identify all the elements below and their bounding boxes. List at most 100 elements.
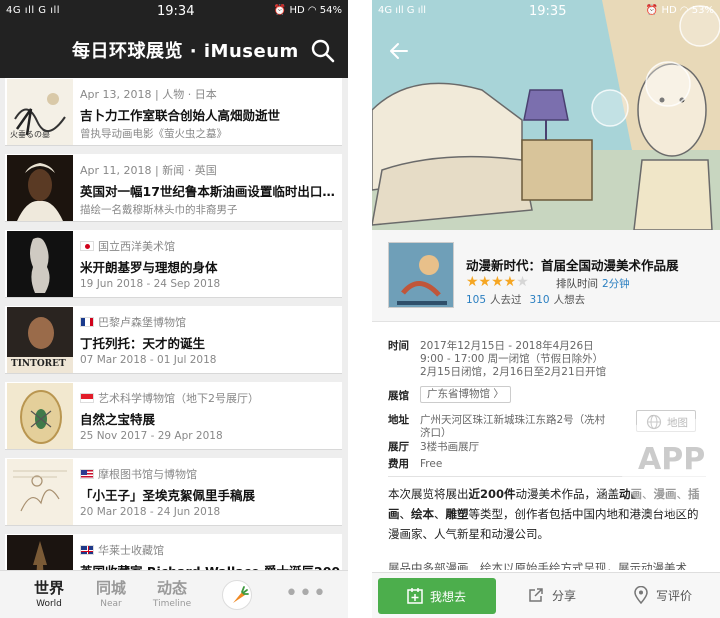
tab-timeline[interactable]: 动态 Timeline bbox=[142, 577, 202, 609]
card-meta: Apr 13, 2018 | 人物 · 日本 bbox=[80, 88, 217, 101]
tab-label: 动态 bbox=[156, 579, 187, 597]
exhibition-feed[interactable]: 火垂るの墓 Apr 13, 2018 | 人物 · 日本 吉卜力工作室联合创始人… bbox=[0, 78, 348, 570]
card-meta: 华莱士收藏馆 bbox=[80, 542, 164, 558]
list-item[interactable]: 摩根图书馆与博物馆 「小王子」圣埃克絮佩里手稿展 20 Mar 2018 - 2… bbox=[5, 458, 342, 526]
card-headline: 自然之宝特展 bbox=[80, 412, 156, 427]
clock: 19:35 bbox=[529, 4, 567, 19]
tab-label: 同城 bbox=[95, 579, 126, 597]
japan-flag-icon bbox=[80, 241, 94, 251]
card-headline: 英国对一幅17世纪鲁本斯油画设置临时出口… bbox=[80, 184, 335, 199]
exhibition-header: 动漫新时代：首届全国动漫美术作品展 ★★★★★ 排队时间 2分钟 105 人去过 31… bbox=[372, 230, 720, 322]
card-subtitle: 25 Nov 2017 - 29 Apr 2018 bbox=[80, 430, 223, 442]
more-icon[interactable]: ••• bbox=[285, 581, 327, 606]
hero-illustration: 4G ıll G ıll 19:35 ⏰ HD ◠ 53% bbox=[372, 0, 720, 230]
card-headline: 丁托列托：天才的诞生 bbox=[80, 336, 206, 351]
time-label: 时间 bbox=[388, 340, 409, 352]
card-subtitle: 20 Mar 2018 - 24 Jun 2018 bbox=[80, 506, 221, 518]
card-subtitle: 曾执导动画电影《萤火虫之墓》 bbox=[80, 128, 227, 140]
tab-label: 世界 bbox=[33, 579, 64, 597]
list-item[interactable]: 国立西洋美术馆 米开朗基罗与理想的身体 19 Jun 2018 - 24 Sep… bbox=[5, 230, 342, 298]
search-icon[interactable] bbox=[310, 38, 336, 64]
card-headline: 「小王子」圣埃克絮佩里手稿展 bbox=[80, 488, 256, 503]
want-to-go-button[interactable]: 我想去 bbox=[378, 578, 496, 614]
thumbnail bbox=[7, 459, 73, 525]
venue-link[interactable]: 广东省博物馆 〉 bbox=[420, 386, 511, 403]
world-feed-screen: 4G ıll G ıll 19:34 ⏰ HD ◠ 54% 每日环球展览 · i… bbox=[0, 0, 348, 618]
list-item[interactable]: 艺术科学博物馆（地下2号展厅） 自然之宝特展 25 Nov 2017 - 29 … bbox=[5, 382, 342, 450]
painting-image bbox=[7, 155, 73, 221]
address-value: 广州天河区珠江新城珠江东路2号（冼村济口） bbox=[420, 414, 606, 439]
tab-sublabel: Near bbox=[100, 599, 122, 609]
tab-sublabel: World bbox=[36, 599, 62, 609]
want-to-go-label: 我想去 bbox=[430, 590, 467, 604]
card-headline: 米开朗基罗与理想的身体 bbox=[80, 260, 218, 275]
list-item[interactable]: TINTORET 巴黎卢森堡博物馆 丁托列托：天才的诞生 07 Mar 2018… bbox=[5, 306, 342, 374]
write-review-label: 写评价 bbox=[656, 589, 693, 603]
carrot-icon[interactable] bbox=[222, 580, 252, 610]
card-subtitle: 描绘一名戴穆斯林头巾的非裔男子 bbox=[80, 204, 238, 216]
exhibition-description-continued: 展品中多部漫画、绘本以原始手绘方式呈现，展示动漫美术 bbox=[388, 561, 687, 570]
app-title: 每日环球展览 · iMuseum bbox=[72, 41, 299, 62]
time-value: 2017年12月15日 - 2018年4月26日 9:00 - 17:00 周一… bbox=[420, 340, 607, 378]
tab-world[interactable]: 世界 World bbox=[19, 577, 79, 609]
card-meta: 巴黎卢森堡博物馆 bbox=[80, 314, 186, 330]
share-label: 分享 bbox=[552, 589, 577, 603]
list-item[interactable]: Apr 11, 2018 | 新闻 · 英国 英国对一幅17世纪鲁本斯油画设置临… bbox=[5, 154, 342, 222]
card-meta: 摩根图书馆与博物馆 bbox=[80, 466, 197, 482]
sculpture-image bbox=[7, 231, 73, 297]
france-flag-icon bbox=[80, 317, 94, 327]
card-meta: Apr 11, 2018 | 新闻 · 英国 bbox=[80, 164, 217, 177]
thumb-caption: 火垂るの墓 bbox=[10, 130, 50, 139]
thumbnail: TINTORET bbox=[7, 307, 73, 373]
list-item[interactable]: 火垂るの墓 Apr 13, 2018 | 人物 · 日本 吉卜力工作室联合创始人… bbox=[5, 78, 342, 146]
visitor-counts: 105 人去过 310 人想去 bbox=[466, 294, 586, 306]
card-meta: 艺术科学博物馆（地下2号展厅） bbox=[80, 390, 259, 406]
action-bar: 我想去 分享 写评价 bbox=[372, 572, 720, 618]
share-button[interactable]: 分享 bbox=[528, 583, 588, 609]
thumbnail bbox=[7, 383, 73, 449]
exhibition-title: 动漫新时代：首届全国动漫美术作品展 bbox=[466, 258, 679, 273]
insect-brooch-image bbox=[7, 383, 73, 449]
write-review-button[interactable]: 写评价 bbox=[634, 583, 704, 609]
venue-label: 展馆 bbox=[388, 390, 409, 402]
thumbnail bbox=[7, 155, 73, 221]
queue-time: 排队时间 2分钟 bbox=[556, 278, 630, 290]
clock: 19:34 bbox=[157, 4, 195, 19]
exhibition-poster bbox=[388, 242, 454, 308]
card-subtitle: 07 Mar 2018 - 01 Jul 2018 bbox=[80, 354, 217, 366]
thumbnail: 火垂るの墓 bbox=[7, 79, 73, 145]
hall-value: 3楼书画展厅 bbox=[420, 441, 480, 453]
exhibition-detail-screen: 4G ıll G ıll 19:35 ⏰ HD ◠ 53% 动漫新时代：首届全国… bbox=[372, 0, 720, 618]
location-pin-icon bbox=[634, 586, 648, 604]
uk-flag-icon bbox=[80, 545, 94, 555]
gallery-image bbox=[7, 535, 73, 570]
card-headline: 吉卜力工作室联合创始人高畑勋逝世 bbox=[80, 108, 281, 123]
singapore-flag-icon bbox=[80, 393, 94, 403]
tab-near[interactable]: 同城 Near bbox=[81, 577, 141, 609]
status-icons: ⏰ HD ◠ 53% bbox=[645, 5, 714, 16]
fee-value: Free bbox=[420, 458, 443, 470]
back-arrow-icon[interactable] bbox=[388, 40, 410, 62]
bottom-tab-bar: 世界 World 同城 Near 动态 Timeline ••• bbox=[0, 570, 348, 618]
calendar-add-icon bbox=[407, 588, 423, 604]
card-subtitle: 19 Jun 2018 - 24 Sep 2018 bbox=[80, 278, 221, 290]
app-bar: 每日环球展览 · iMuseum bbox=[0, 24, 348, 78]
address-label: 地址 bbox=[388, 414, 409, 426]
hall-label: 展厅 bbox=[388, 441, 409, 453]
card-meta: 国立西洋美术馆 bbox=[80, 238, 175, 254]
sketch-image bbox=[7, 459, 73, 525]
status-bar: 4G ıll G ıll 19:34 ⏰ HD ◠ 54% bbox=[0, 0, 348, 24]
list-item[interactable]: 华莱士收藏馆 英国收藏家 Richard Wallace 爵士诞辰200… bbox=[5, 534, 348, 570]
share-icon bbox=[529, 588, 543, 602]
card-headline: 英国收藏家 Richard Wallace 爵士诞辰200… bbox=[80, 561, 348, 570]
anime-illustration-image bbox=[372, 0, 720, 230]
thumbnail bbox=[7, 231, 73, 297]
tab-sublabel: Timeline bbox=[152, 599, 192, 609]
status-icons: ⏰ HD ◠ 54% bbox=[273, 5, 342, 16]
status-bar: 4G ıll G ıll 19:35 ⏰ HD ◠ 53% bbox=[372, 0, 720, 24]
app-watermark: APP bbox=[620, 412, 720, 512]
signal-indicator: 4G ıll G ıll bbox=[6, 5, 61, 16]
rating-stars: ★★★★★ bbox=[466, 274, 529, 290]
poster-image bbox=[389, 243, 453, 307]
thumb-caption: TINTORET bbox=[11, 359, 66, 369]
